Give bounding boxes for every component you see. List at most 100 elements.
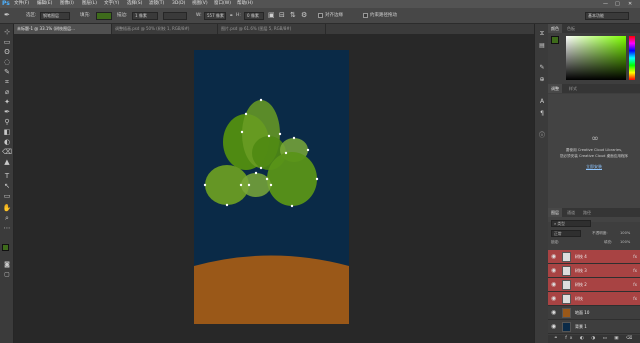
blend-mode-dropdown[interactable]: 正常 <box>551 230 581 237</box>
more-tools-icon[interactable]: ⋯ <box>2 224 12 233</box>
layer-row[interactable]: ◉ 树枝 3 fx <box>548 264 640 278</box>
layer-fx-badge[interactable]: fx <box>633 292 637 306</box>
brush-tool-icon[interactable]: ✦ <box>2 98 12 107</box>
menu-layer[interactable]: 图层(L) <box>82 0 97 8</box>
tab-layers[interactable]: 图层 <box>548 208 562 217</box>
layer-row[interactable]: ◉ 地面 10 <box>548 306 640 320</box>
leaf-ellipse-7[interactable] <box>241 173 271 197</box>
visibility-eye-icon[interactable]: ◉ <box>551 323 556 330</box>
width-field[interactable]: 557 像素 <box>204 12 226 20</box>
tab-channels[interactable]: 通道 <box>564 208 578 217</box>
constrain-path-checkbox[interactable] <box>363 13 368 18</box>
menu-select[interactable]: 选择(S) <box>127 0 142 8</box>
clone-source-panel-icon[interactable]: ⊕ <box>538 76 546 84</box>
quick-select-tool-icon[interactable]: ◌ <box>2 58 12 67</box>
layer-fx-badge[interactable]: fx <box>633 264 637 278</box>
eraser-tool-icon[interactable]: ◧ <box>2 128 12 137</box>
layer-row[interactable]: ◉ 树枝 fx <box>548 292 640 306</box>
zoom-tool-icon[interactable]: ⌕ <box>2 214 12 223</box>
fill-value[interactable]: 100% <box>620 240 630 244</box>
select-dropdown[interactable]: 钢笔图层 <box>40 12 70 20</box>
gradient-tool-icon[interactable]: ◐ <box>2 138 12 147</box>
layer-name: 树枝 2 <box>575 282 587 287</box>
visibility-eye-icon[interactable]: ◉ <box>551 309 556 316</box>
pen-tool-icon[interactable]: ✒ <box>4 11 10 19</box>
layer-row[interactable]: ◉ 树枝 4 fx <box>548 250 640 264</box>
tab-adjustments[interactable]: 调整 <box>548 84 562 93</box>
path-alignment-icon[interactable]: ⊟ <box>279 11 285 19</box>
menu-view[interactable]: 视图(V) <box>192 0 208 8</box>
tab-color[interactable]: 颜色 <box>548 24 562 33</box>
tab-styles[interactable]: 样式 <box>566 84 580 93</box>
fg-color-chip[interactable] <box>551 36 559 44</box>
blur-tool-icon[interactable]: ⌫ <box>2 148 12 157</box>
character-panel-icon[interactable]: A <box>538 98 546 106</box>
tab-swatches[interactable]: 色板 <box>564 24 578 33</box>
stroke-style-dropdown[interactable] <box>163 12 187 20</box>
menu-filter[interactable]: 滤镜(T) <box>149 0 164 8</box>
visibility-eye-icon[interactable]: ◉ <box>551 267 556 274</box>
tab-document-3[interactable]: 图片.psd @ 61.6% (图层 5, RGB/8#) <box>218 24 326 34</box>
crop-tool-icon[interactable]: ✎ <box>2 68 12 77</box>
healing-brush-tool-icon[interactable]: ⌀ <box>2 88 12 97</box>
install-cc-link[interactable]: 立即安装 <box>548 164 640 170</box>
layer-row[interactable]: ◉ 树枝 2 fx <box>548 278 640 292</box>
shape-tool-icon[interactable]: ▭ <box>2 192 12 201</box>
dodge-tool-icon[interactable]: ▲ <box>2 158 12 167</box>
path-selection-tool-icon[interactable]: ↖ <box>2 182 12 191</box>
properties-panel-icon[interactable]: ▤ <box>538 42 546 50</box>
hand-tool-icon[interactable]: ✋ <box>2 204 12 213</box>
opacity-value[interactable]: 100% <box>620 231 630 235</box>
tab-paths[interactable]: 路径 <box>580 208 594 217</box>
menu-edit[interactable]: 编辑(E) <box>37 0 52 8</box>
tab-document-1[interactable]: 未标题-1 @ 33.1% (树枝图层... <box>14 24 112 34</box>
eyedropper-tool-icon[interactable]: ⌗ <box>2 78 12 87</box>
clone-stamp-tool-icon[interactable]: ✒ <box>2 108 12 117</box>
link-icon[interactable]: ⚭ <box>229 12 233 20</box>
gear-icon[interactable]: ⚙ <box>301 11 307 19</box>
height-field[interactable]: 0 像素 <box>244 12 264 20</box>
info-panel-icon[interactable]: ⓘ <box>538 132 546 140</box>
type-tool-icon[interactable]: T <box>2 172 12 181</box>
hue-slider[interactable] <box>629 36 635 80</box>
fill-color-swatch[interactable] <box>96 12 112 20</box>
marquee-tool-icon[interactable]: ▭ <box>2 38 12 47</box>
foreground-color-swatch[interactable] <box>2 244 9 251</box>
menu-type[interactable]: 文字(Y) <box>104 0 119 8</box>
layer-fx-badge[interactable]: fx <box>633 250 637 264</box>
color-picker-field[interactable] <box>566 36 626 80</box>
document-canvas[interactable] <box>194 50 349 324</box>
minimize-button[interactable]: — <box>603 0 608 8</box>
menu-file[interactable]: 文件(F) <box>14 0 29 8</box>
fill-label: 填充: <box>604 240 613 244</box>
quick-mask-icon[interactable]: ◙ <box>2 260 12 269</box>
menu-window[interactable]: 窗口(W) <box>214 0 231 8</box>
lasso-tool-icon[interactable]: ʘ <box>2 48 12 57</box>
history-panel-icon[interactable]: ⧖ <box>538 30 546 38</box>
visibility-eye-icon[interactable]: ◉ <box>551 295 556 302</box>
layer-filter-dropdown[interactable]: ⌕ 类型 <box>551 220 591 227</box>
align-edges-checkbox[interactable] <box>318 13 323 18</box>
visibility-eye-icon[interactable]: ◉ <box>551 281 556 288</box>
move-tool-icon[interactable]: ⊹ <box>2 28 12 37</box>
menu-image[interactable]: 图像(I) <box>60 0 74 8</box>
path-operations-icon[interactable]: ▣ <box>268 11 275 19</box>
history-brush-tool-icon[interactable]: ⚲ <box>2 118 12 127</box>
tab-document-2[interactable]: 调整插画.psd @ 50% (树枝 1, RGB/8#) <box>112 24 218 34</box>
menu-3d[interactable]: 3D(D) <box>172 0 185 8</box>
maximize-button[interactable]: □ <box>615 0 620 8</box>
brush-panel-icon[interactable]: ✎ <box>538 64 546 72</box>
layer-row[interactable]: ◉ 背景 1 <box>548 320 640 334</box>
paragraph-panel-icon[interactable]: ¶ <box>538 110 546 118</box>
workspace-dropdown[interactable]: 基本功能 <box>585 12 629 20</box>
menu-help[interactable]: 帮助(H) <box>237 0 253 8</box>
leaf-ellipse-5[interactable] <box>267 152 317 206</box>
path-arrange-icon[interactable]: ⇅ <box>290 11 296 19</box>
layers-footer-icons[interactable]: ⚭ fx ◐ ◑ ▭ ▣ ⌫ <box>548 335 640 343</box>
layer-fx-badge[interactable]: fx <box>633 278 637 292</box>
close-button[interactable]: ✕ <box>628 0 632 8</box>
stroke-width-field[interactable]: 1 像素 <box>132 12 158 20</box>
screen-mode-icon[interactable]: ▢ <box>2 270 12 279</box>
layer-thumbnail <box>562 252 571 262</box>
visibility-eye-icon[interactable]: ◉ <box>551 253 556 260</box>
